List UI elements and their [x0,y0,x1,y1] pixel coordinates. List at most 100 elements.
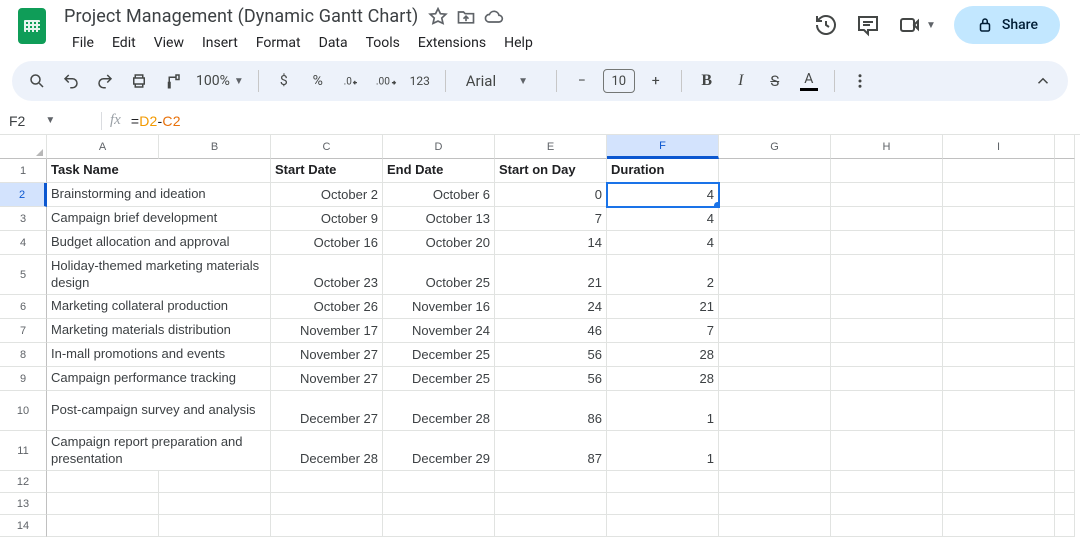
cell[interactable] [831,207,943,231]
italic-button[interactable]: I [726,66,756,96]
cell[interactable] [831,183,943,207]
cell[interactable]: 56 [495,367,607,391]
cell[interactable] [495,493,607,515]
row-header[interactable]: 13 [0,493,47,515]
cell[interactable]: December 25 [383,367,495,391]
cell[interactable] [831,255,943,295]
cell[interactable] [831,295,943,319]
cell[interactable]: 14 [495,231,607,255]
cell[interactable]: 86 [495,391,607,431]
cell[interactable] [831,319,943,343]
cell[interactable]: 1 [607,391,719,431]
cell[interactable]: 56 [495,343,607,367]
cell[interactable] [495,471,607,493]
col-header-E[interactable]: E [495,135,607,159]
select-all-corner[interactable] [0,135,47,159]
more-toolbar-icon[interactable] [845,66,875,96]
font-family-select[interactable]: Arial▼ [456,72,546,90]
format-currency[interactable]: $ [269,66,299,96]
cell[interactable] [1055,515,1075,537]
cell[interactable] [943,319,1055,343]
cell[interactable]: December 29 [383,431,495,471]
doc-title[interactable]: Project Management (Dynamic Gantt Chart) [64,6,418,27]
cell[interactable] [943,255,1055,295]
cell[interactable] [719,159,831,183]
cell[interactable]: October 26 [271,295,383,319]
col-header-B[interactable]: B [159,135,271,159]
cell[interactable] [831,493,943,515]
cell[interactable] [719,367,831,391]
cell[interactable] [943,207,1055,231]
paint-format-icon[interactable] [158,66,188,96]
cell[interactable]: 7 [607,319,719,343]
cell[interactable] [1055,343,1075,367]
cell[interactable]: October 16 [271,231,383,255]
menu-extensions[interactable]: Extensions [410,31,494,55]
cell[interactable] [719,255,831,295]
decrease-fontsize[interactable]: − [567,66,597,96]
cell[interactable] [719,343,831,367]
fx-icon[interactable]: fx [110,112,121,129]
cell[interactable] [943,431,1055,471]
cell[interactable] [607,515,719,537]
cell[interactable] [943,471,1055,493]
cell[interactable] [1055,319,1075,343]
cell[interactable] [495,515,607,537]
col-header-A[interactable]: A [47,135,159,159]
row-header[interactable]: 6 [0,295,47,319]
cell[interactable]: Brainstorming and ideation [47,183,271,207]
cell[interactable] [719,183,831,207]
cell[interactable] [1055,183,1075,207]
move-icon[interactable] [456,7,476,27]
cell[interactable] [943,367,1055,391]
undo-icon[interactable] [56,66,86,96]
menu-data[interactable]: Data [311,31,356,55]
cell[interactable]: Marketing materials distribution [47,319,271,343]
col-header-F[interactable]: F [607,135,719,159]
menu-format[interactable]: Format [248,31,309,55]
cell[interactable] [383,493,495,515]
row-header[interactable]: 9 [0,367,47,391]
cell[interactable] [719,391,831,431]
cell[interactable]: October 9 [271,207,383,231]
cell[interactable]: November 17 [271,319,383,343]
collapse-toolbar-icon[interactable] [1028,66,1058,96]
cell[interactable]: 87 [495,431,607,471]
cell[interactable] [607,471,719,493]
cell[interactable] [719,207,831,231]
col-header-H[interactable]: H [831,135,943,159]
bold-button[interactable]: B [692,66,722,96]
menu-view[interactable]: View [146,31,192,55]
cell[interactable] [159,471,271,493]
cell[interactable] [607,493,719,515]
cell[interactable]: 2 [607,255,719,295]
cell[interactable] [1055,159,1075,183]
cell[interactable] [943,159,1055,183]
cell[interactable]: 21 [495,255,607,295]
cell[interactable]: Campaign performance tracking [47,367,271,391]
cell[interactable]: 24 [495,295,607,319]
col-header-I[interactable]: I [943,135,1055,159]
formula-bar[interactable]: =D2-C2 [131,113,181,129]
cell[interactable] [719,493,831,515]
cell[interactable] [943,183,1055,207]
cell[interactable]: Campaign report preparation and presenta… [47,431,271,471]
strikethrough-button[interactable]: S [760,66,790,96]
cell[interactable] [47,493,159,515]
cloud-icon[interactable] [484,7,504,27]
cell[interactable]: December 28 [271,431,383,471]
row-header[interactable]: 5 [0,255,47,295]
cell[interactable]: Task Name [47,159,271,183]
cell[interactable] [719,515,831,537]
print-icon[interactable] [124,66,154,96]
row-header[interactable]: 10 [0,391,47,431]
cell[interactable] [831,367,943,391]
cell[interactable]: October 20 [383,231,495,255]
cell[interactable]: December 27 [271,391,383,431]
cell[interactable] [831,471,943,493]
cell[interactable] [1055,391,1075,431]
format-number[interactable]: 123 [405,66,435,96]
redo-icon[interactable] [90,66,120,96]
row-header[interactable]: 2 [0,183,47,207]
cell[interactable]: 4 [607,231,719,255]
